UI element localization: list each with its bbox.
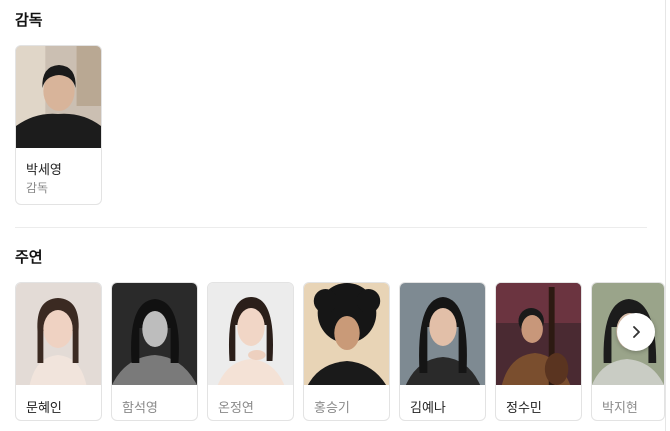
- cast-name: 함석영: [122, 401, 158, 416]
- chevron-right-icon: [633, 326, 640, 338]
- cast-name: 문혜인: [26, 401, 62, 416]
- cast-photo: [208, 283, 293, 385]
- panel-edge: [665, 0, 666, 431]
- director-photo: [16, 46, 101, 148]
- director-role: 감독: [26, 181, 49, 195]
- cast-name: 박지현: [602, 401, 638, 416]
- director-section-title: 감독: [15, 11, 43, 29]
- cast-card[interactable]: 홍승기: [303, 282, 390, 421]
- cast-name: 김예나: [410, 401, 446, 416]
- cast-card[interactable]: 정수민: [495, 282, 582, 421]
- cast-photo: [304, 283, 389, 385]
- cast-photo: [496, 283, 581, 385]
- cast-name: 정수민: [506, 401, 542, 416]
- carousel-next-button[interactable]: [617, 313, 655, 351]
- section-divider: [15, 227, 647, 228]
- cast-section-title: 주연: [15, 248, 43, 266]
- cast-name: 온정연: [218, 401, 254, 416]
- cast-photo: [400, 283, 485, 385]
- cast-photo: [112, 283, 197, 385]
- cast-card[interactable]: 온정연: [207, 282, 294, 421]
- cast-photo: [16, 283, 101, 385]
- cast-name: 홍승기: [314, 401, 350, 416]
- cast-card[interactable]: 박지현: [591, 282, 665, 421]
- movie-credits-panel: 감독 박세영 감독 주연 문혜인 함석영 온정연 홍승기 김예나 정수민 박지현: [0, 0, 670, 431]
- cast-card[interactable]: 문혜인: [15, 282, 102, 421]
- director-card[interactable]: 박세영 감독: [15, 45, 102, 205]
- cast-card[interactable]: 함석영: [111, 282, 198, 421]
- director-name: 박세영: [26, 163, 62, 178]
- cast-card[interactable]: 김예나: [399, 282, 486, 421]
